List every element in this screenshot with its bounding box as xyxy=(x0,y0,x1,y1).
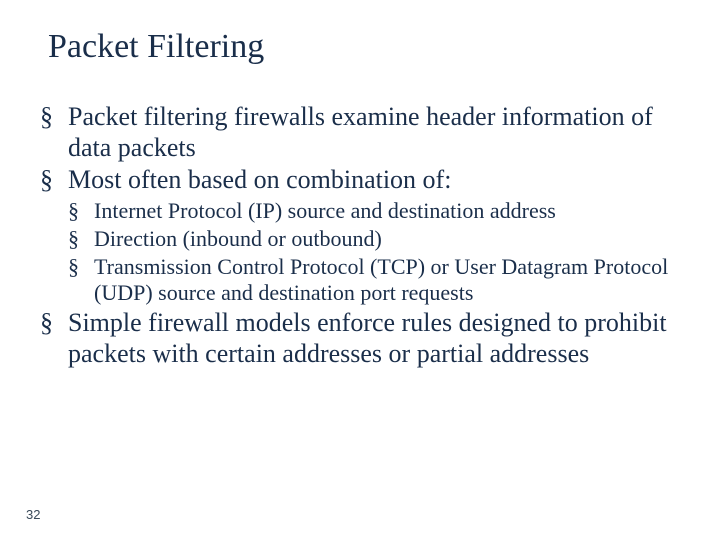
page-number: 32 xyxy=(26,507,40,522)
sub-bullet-item: Internet Protocol (IP) source and destin… xyxy=(68,198,680,224)
sub-bullet-text: Internet Protocol (IP) source and destin… xyxy=(94,198,556,223)
bullet-item: Simple firewall models enforce rules des… xyxy=(40,308,680,369)
bullet-text: Most often based on combination of: xyxy=(68,165,451,194)
bullet-text: Simple firewall models enforce rules des… xyxy=(68,308,667,368)
bullet-list-level1: Packet filtering firewalls examine heade… xyxy=(40,102,680,369)
slide-title: Packet Filtering xyxy=(48,28,680,66)
bullet-item: Packet filtering firewalls examine heade… xyxy=(40,102,680,163)
sub-bullet-text: Direction (inbound or outbound) xyxy=(94,226,382,251)
bullet-list-level2: Internet Protocol (IP) source and destin… xyxy=(68,198,680,306)
sub-bullet-text: Transmission Control Protocol (TCP) or U… xyxy=(94,254,668,305)
sub-bullet-item: Direction (inbound or outbound) xyxy=(68,226,680,252)
bullet-item: Most often based on combination of: Inte… xyxy=(40,165,680,305)
bullet-text: Packet filtering firewalls examine heade… xyxy=(68,102,653,162)
slide: Packet Filtering Packet filtering firewa… xyxy=(0,0,720,540)
sub-bullet-item: Transmission Control Protocol (TCP) or U… xyxy=(68,254,680,306)
